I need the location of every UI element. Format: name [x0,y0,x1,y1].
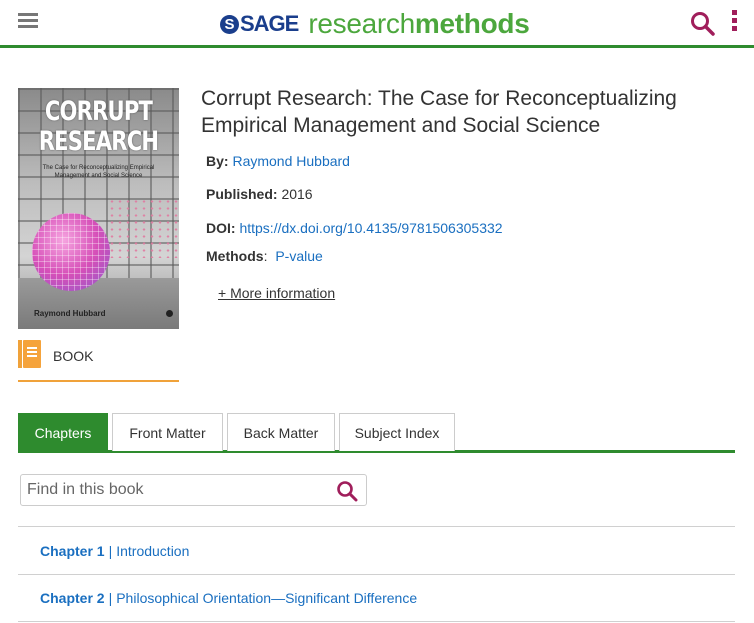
chapter-item[interactable]: Chapter 2 | Philosophical Orientation—Sign… [18,574,735,622]
chapter-list: Chapter 1 | Introduction Chapter 2 | Philoso… [18,526,735,622]
methods-label: Methods [206,248,264,264]
author-label: By: [206,153,229,169]
hamburger-icon[interactable] [18,13,38,29]
site-header: S SAGE research methods [0,0,754,48]
cover-title-line1: CORRUPT [44,96,153,127]
meta-methods: Methods: P-value [206,248,323,264]
meta-author: By: Raymond Hubbard [206,153,350,169]
book-cover-image[interactable]: CORRUPT RESEARCH The Case for Reconceptu… [18,88,179,329]
book-icon [18,340,41,368]
content-type-label: BOOK [53,348,94,364]
find-in-book-box [20,474,367,506]
chapter-number: Chapter 2 [40,590,105,606]
brand-product-light: research [308,8,415,39]
meta-doi: DOI: https://dx.doi.org/10.4135/97815063… [206,220,503,236]
sage-research-methods-logo[interactable]: S SAGE research methods [220,7,530,41]
tab-back-matter[interactable]: Back Matter [227,413,335,451]
chapter-separator: | [108,590,113,606]
search-icon[interactable] [336,480,358,502]
cover-fragments [108,198,178,258]
chapter-title[interactable]: Philosophical Orientation—Significant Di… [116,590,417,606]
book-title: Corrupt Research: The Case for Reconcept… [201,87,677,137]
tab-chapters[interactable]: Chapters [18,413,108,451]
tab-subject-index[interactable]: Subject Index [339,413,455,451]
doi-link[interactable]: https://dx.doi.org/10.4135/9781506305332 [239,220,502,236]
cover-title-line2: RESEARCH [38,126,159,157]
methods-sep: : [263,248,268,264]
meta-published: Published: 2016 [206,186,313,202]
search-icon[interactable] [690,10,716,38]
cover-publisher-mark [166,310,173,317]
chapter-title[interactable]: Introduction [116,543,189,559]
sage-mark-icon: S [220,14,239,34]
tab-front-matter[interactable]: Front Matter [112,413,223,451]
chapter-number: Chapter 1 [40,542,105,559]
chapter-separator: | [108,542,113,559]
more-information-link[interactable]: + More information [218,285,335,301]
chapter-item[interactable]: Chapter 1 | Introduction [18,526,735,574]
brand-product-bold: methods [414,8,530,39]
content-type: BOOK [18,340,179,382]
methods-link[interactable]: P-value [275,248,322,264]
published-value: 2016 [281,186,313,202]
published-label: Published: [206,186,278,202]
cover-sphere-graphic [32,213,110,291]
kebab-menu-icon[interactable] [731,10,739,36]
book-content-tabs: Chapters Front Matter Back Matter Subjec… [18,413,735,453]
brand-publisher: SAGE [240,11,299,36]
find-in-book-input[interactable] [21,481,321,499]
cover-subtitle: The Case for Reconceptualizing Empirical… [42,165,155,179]
doi-label: DOI: [206,220,236,236]
cover-author: Raymond Hubbard [34,309,106,318]
author-link[interactable]: Raymond Hubbard [232,153,350,169]
